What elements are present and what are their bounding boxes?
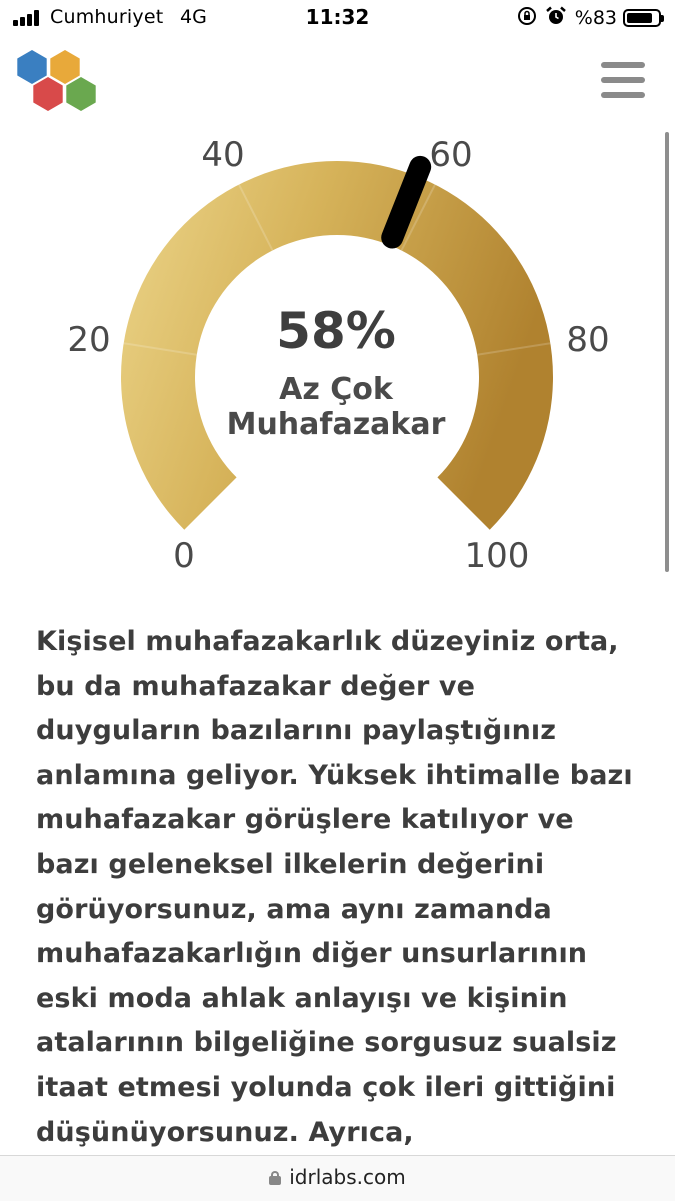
battery-percent: %83 [574,7,617,29]
rotation-lock-icon [517,6,537,30]
battery-level-fill [627,13,652,23]
battery-icon [623,9,664,27]
gauge-tick-0: 0 [173,536,195,576]
gauge-tick-60: 60 [429,135,473,175]
result-description: Kişisel muhafazakarlık düzeyiniz orta, b… [36,626,633,1148]
gauge-percentage: 58% [276,302,396,360]
gauge-label-line2: Muhafazakar [226,407,446,442]
browser-address-bar[interactable]: idrlabs.com [0,1155,675,1201]
logo-hex-blue [17,50,47,84]
gauge-tick-80: 80 [566,320,610,360]
gauge-label-line1: Az Çok [279,372,393,407]
gauge-result-label: Az Çok Muhafazakar [186,372,486,442]
alarm-clock-icon [545,6,567,30]
gauge-tick-20: 20 [67,320,111,360]
lock-icon [269,1171,282,1185]
address-content[interactable]: idrlabs.com [0,1165,675,1189]
url-text[interactable]: idrlabs.com [289,1165,405,1189]
logo-hex-green [66,77,96,111]
hexagon-logo-icon[interactable] [15,48,101,114]
status-bar: Cumhuriyet 4G 11:32 %83 [0,0,675,36]
logo-hex-orange [50,50,80,84]
gauge-tick-100: 100 [464,536,530,576]
status-right-group: %83 [517,6,664,30]
hamburger-menu-icon[interactable] [601,62,645,98]
logo-hex-red [33,77,63,111]
gauge-tick-40: 40 [201,135,245,175]
